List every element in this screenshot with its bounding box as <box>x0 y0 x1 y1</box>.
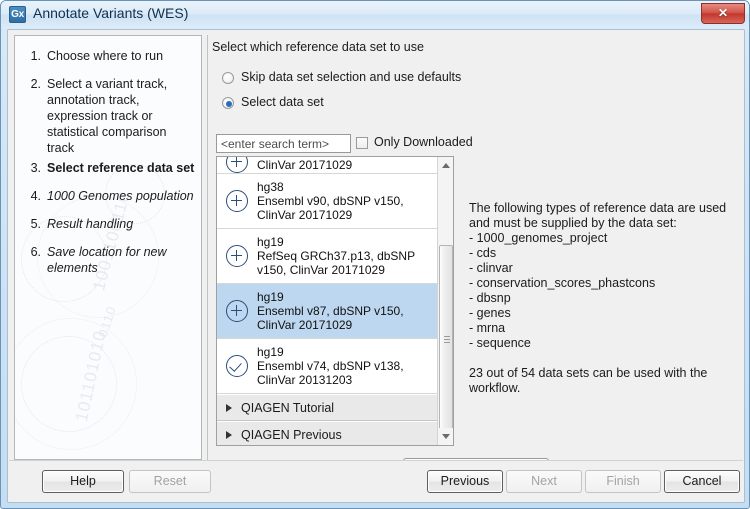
reset-button: Reset <box>129 470 211 493</box>
dataset-title: hg19 <box>257 345 284 359</box>
chevron-right-icon <box>226 404 232 412</box>
plus-circle-icon <box>226 245 248 267</box>
dataset-group-qiagen-tutorial[interactable]: QIAGEN Tutorial <box>217 394 438 421</box>
cancel-button[interactable]: Cancel <box>664 470 740 493</box>
step-number: 3. <box>30 161 41 175</box>
watermark-digits: 1001100110 <box>89 189 134 293</box>
plus-circle-icon <box>226 190 248 212</box>
panel-heading: Select which reference data set to use <box>212 40 424 54</box>
only-downloaded-checkbox[interactable]: Only Downloaded <box>356 135 473 149</box>
dataset-list-viewport: ClinVar 20171029 hg38 Ensembl v90, dbSNP… <box>217 157 438 445</box>
dialog-inner: 1001100110 101101010 0110 1. Choose wher… <box>9 31 743 501</box>
step-label: Choose where to run <box>47 49 164 63</box>
step-label: Select a variant track, annotation track… <box>47 77 168 155</box>
dataset-description: RefSeq GRCh37.p13, dbSNP v150, ClinVar 2… <box>257 249 415 277</box>
step-number: 1. <box>30 49 41 63</box>
wizard-step-5[interactable]: 5. Result handling <box>25 216 197 232</box>
dataset-description: Ensembl v74, dbSNP v138, ClinVar 2013120… <box>257 359 404 387</box>
app-icon: Gx <box>9 6 26 23</box>
vertical-scrollbar[interactable] <box>437 157 453 445</box>
plus-circle-icon <box>226 300 248 322</box>
wizard-step-4[interactable]: 4. 1000 Genomes population <box>25 188 197 204</box>
wizard-steps-panel: 1001100110 101101010 0110 1. Choose wher… <box>14 35 202 460</box>
watermark-digits: 0110 <box>94 303 120 340</box>
radio-indicator <box>222 97 234 109</box>
scroll-down-icon[interactable] <box>438 428 453 445</box>
group-label: QIAGEN Tutorial <box>241 401 335 415</box>
dataset-list-item[interactable]: hg19 Ensembl v74, dbSNP v138, ClinVar 20… <box>217 339 438 394</box>
triangle-down-icon <box>442 434 450 439</box>
step-number: 4. <box>30 189 41 203</box>
radio-select-dataset[interactable]: Select data set <box>222 95 324 109</box>
previous-button[interactable]: Previous <box>427 470 503 493</box>
radio-indicator <box>222 72 234 84</box>
dataset-description: ClinVar 20171029 <box>257 158 353 172</box>
dataset-list: ClinVar 20171029 hg38 Ensembl v90, dbSNP… <box>216 156 454 446</box>
wizard-step-2[interactable]: 2. Select a variant track, annotation tr… <box>25 76 190 156</box>
step-label: 1000 Genomes population <box>47 189 194 203</box>
chevron-right-icon <box>226 431 232 439</box>
close-icon[interactable]: ✕ <box>701 3 745 24</box>
check-circle-icon <box>226 355 248 377</box>
dialog-footer: Help Reset Previous Next Finish Cancel <box>9 460 743 501</box>
wizard-step-1[interactable]: 1. Choose where to run <box>25 48 190 64</box>
next-button: Next <box>506 470 582 493</box>
wizard-step-6[interactable]: 6. Save location for new elements <box>25 244 190 276</box>
scrollbar-grip-icon <box>444 336 450 344</box>
window-title: Annotate Variants (WES) <box>33 5 189 21</box>
dialog-window: Gx Annotate Variants (WES) ✕ 1001100110 … <box>0 0 750 509</box>
dataset-list-item[interactable]: hg38 Ensembl v90, dbSNP v150, ClinVar 20… <box>217 174 438 229</box>
dataset-description: Ensembl v87, dbSNP v150, ClinVar 2017102… <box>257 304 404 332</box>
dataset-description: Ensembl v90, dbSNP v150, ClinVar 2017102… <box>257 194 404 222</box>
dataset-title: hg19 <box>257 235 284 249</box>
dataset-group-qiagen-previous[interactable]: QIAGEN Previous <box>217 421 438 445</box>
step-label: Select reference data set <box>47 161 195 175</box>
triangle-up-icon <box>442 163 450 168</box>
dialog-content: 1001100110 101101010 0110 1. Choose wher… <box>7 29 745 503</box>
wizard-step-3[interactable]: 3. Select reference data set <box>25 160 197 176</box>
step-number: 5. <box>30 217 41 231</box>
help-button[interactable]: Help <box>42 470 124 493</box>
step-label: Save location for new elements <box>47 245 167 275</box>
radio-skip-dataset[interactable]: Skip data set selection and use defaults <box>222 70 461 84</box>
radio-label: Select data set <box>241 95 324 109</box>
dataset-list-item-selected[interactable]: hg19 Ensembl v87, dbSNP v150, ClinVar 20… <box>217 284 438 339</box>
watermark-circle <box>21 336 117 432</box>
title-bar: Gx Annotate Variants (WES) ✕ <box>1 1 749 29</box>
reference-data-info-text: The following types of reference data ar… <box>469 201 727 395</box>
plus-circle-icon <box>226 157 248 173</box>
scroll-up-icon[interactable] <box>438 157 453 174</box>
checkbox-label: Only Downloaded <box>374 135 473 149</box>
step-label: Result handling <box>47 217 134 231</box>
scrollbar-thumb[interactable] <box>439 245 453 435</box>
checkbox-indicator <box>356 137 368 149</box>
watermark-digits: 101101010 <box>71 328 110 424</box>
dataset-title: hg38 <box>257 180 284 194</box>
dataset-list-item[interactable]: ClinVar 20171029 <box>217 157 438 174</box>
step-number: 6. <box>30 245 41 259</box>
finish-button: Finish <box>585 470 661 493</box>
search-input[interactable] <box>216 134 351 153</box>
watermark-circle <box>15 318 137 450</box>
radio-label: Skip data set selection and use defaults <box>241 70 462 84</box>
group-label: QIAGEN Previous <box>241 428 342 442</box>
step-number: 2. <box>30 77 41 91</box>
dataset-title: hg19 <box>257 290 284 304</box>
dataset-list-item[interactable]: hg19 RefSeq GRCh37.p13, dbSNP v150, Clin… <box>217 229 438 284</box>
